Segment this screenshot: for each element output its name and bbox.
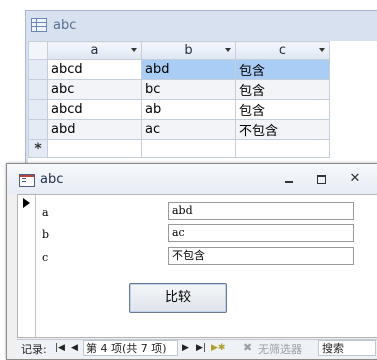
table-cell[interactable] (141, 139, 236, 158)
form-window: abc ✕ a abd b ac c 不包含 比较 记录: |◀ ◀ 第 4 项… (6, 163, 377, 360)
row-selector[interactable] (28, 79, 48, 100)
table-window-title[interactable]: abc (31, 16, 76, 34)
restore-button[interactable] (312, 171, 332, 187)
chevron-down-icon[interactable] (225, 48, 231, 52)
form-body: a abd b ac c 不包含 比较 (17, 194, 377, 338)
field-b-input[interactable]: ac (168, 224, 354, 242)
table-row: abcd abd 包含 (28, 59, 330, 80)
table-cell[interactable]: 包含 (235, 79, 330, 100)
record-navigation-bar: 记录: |◀ ◀ 第 4 项(共 7 项) ▶ ▶| ▶✱ ✖ 无筛选器 搜索 (17, 339, 377, 358)
record-position-input[interactable]: 第 4 项(共 7 项) (83, 340, 178, 356)
chevron-down-icon[interactable] (131, 48, 137, 52)
table-cell[interactable]: ab (141, 99, 236, 120)
column-header-a[interactable]: a (47, 41, 142, 60)
table-cell[interactable]: abcd (47, 59, 142, 80)
table-row: abd ac 不包含 (28, 119, 330, 140)
table-row: abcd ab 包含 (28, 99, 330, 120)
new-record-marker[interactable]: * (28, 139, 48, 158)
table-cell[interactable]: ac (141, 119, 236, 140)
record-selector[interactable] (18, 195, 36, 337)
table-cell[interactable] (47, 139, 142, 158)
search-input[interactable]: 搜索 (318, 340, 376, 356)
first-record-icon[interactable]: |◀ (55, 343, 65, 353)
row-selector[interactable] (28, 59, 48, 80)
prev-record-icon[interactable]: ◀ (71, 343, 78, 353)
field-a-input[interactable]: abd (168, 202, 354, 220)
row-selector[interactable] (28, 119, 48, 140)
table-cell[interactable]: abd (141, 59, 236, 80)
table-cell[interactable] (235, 139, 330, 158)
form-icon (19, 174, 35, 187)
chevron-down-icon[interactable] (319, 48, 325, 52)
field-label-b: b (42, 228, 50, 241)
minimize-button[interactable] (279, 171, 299, 187)
header-row: a b c (28, 41, 330, 60)
table-icon (31, 18, 47, 32)
field-label-a: a (42, 206, 49, 219)
no-filter-button[interactable]: 无筛选器 (258, 341, 302, 357)
table-row: abc bc 包含 (28, 79, 330, 100)
field-label-c: c (42, 251, 49, 264)
table-cell[interactable]: abcd (47, 99, 142, 120)
datasheet-grid: a b c abcd abd 包含 abc bc 包含 abcd ab 包含 a… (28, 41, 330, 158)
filter-icon: ✖ (243, 341, 253, 354)
last-record-icon[interactable]: ▶| (196, 343, 206, 353)
table-cell[interactable]: 包含 (235, 99, 330, 120)
form-title-bar[interactable]: abc ✕ (7, 164, 377, 194)
table-title-text: abc (53, 17, 77, 33)
table-cell[interactable]: 不包含 (235, 119, 330, 140)
close-button[interactable]: ✕ (345, 171, 365, 187)
compare-button[interactable]: 比较 (129, 283, 227, 313)
field-c-input[interactable]: 不包含 (168, 247, 354, 265)
table-cell[interactable]: abc (47, 79, 142, 100)
new-record-icon[interactable]: ▶✱ (211, 343, 225, 353)
current-record-arrow-icon (23, 198, 30, 208)
select-all-corner[interactable] (28, 41, 48, 60)
form-title-text: abc (40, 172, 64, 187)
new-record-row: * (28, 139, 330, 158)
row-selector[interactable] (28, 99, 48, 120)
column-header-b[interactable]: b (141, 41, 236, 60)
record-label: 记录: (21, 343, 47, 356)
column-header-c[interactable]: c (235, 41, 330, 60)
table-cell[interactable]: 包含 (235, 59, 330, 80)
table-window: abc a b c abcd abd 包含 abc bc 包含 abcd ab … (25, 10, 377, 172)
next-record-icon[interactable]: ▶ (182, 343, 189, 353)
table-cell[interactable]: bc (141, 79, 236, 100)
datasheet: a b c abcd abd 包含 abc bc 包含 abcd ab 包含 a… (28, 41, 377, 171)
table-cell[interactable]: abd (47, 119, 142, 140)
